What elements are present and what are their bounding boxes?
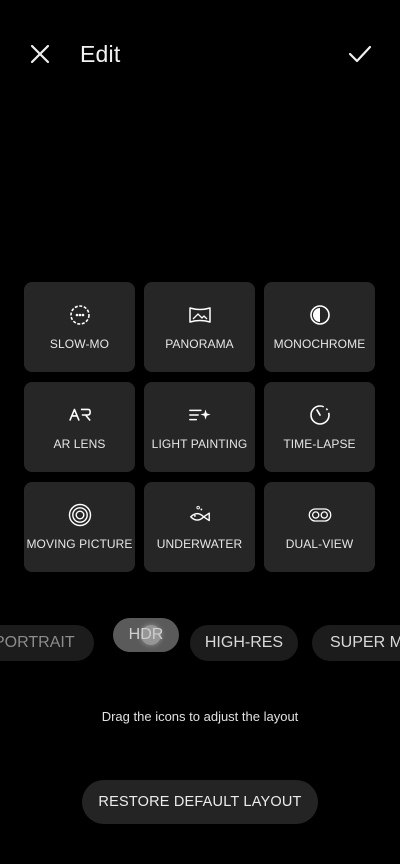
- mode-label: UNDERWATER: [156, 537, 243, 551]
- mode-tile-dual-view[interactable]: DUAL-VIEW: [264, 482, 375, 572]
- slow-mo-icon: [68, 303, 92, 327]
- mode-label: TIME-LAPSE: [283, 437, 356, 451]
- check-icon: [348, 45, 372, 63]
- close-icon: [30, 44, 50, 64]
- ar-lens-icon: [68, 403, 92, 427]
- close-button[interactable]: [24, 38, 56, 70]
- confirm-button[interactable]: [342, 38, 378, 70]
- mode-label: MOVING PICTURE: [26, 537, 133, 551]
- mode-tile-time-lapse[interactable]: TIME-LAPSE: [264, 382, 375, 472]
- mode-label: PANORAMA: [165, 337, 234, 351]
- mode-label: SLOW-MO: [49, 337, 110, 351]
- mode-tile-panorama[interactable]: PANORAMA: [144, 282, 255, 372]
- mode-pill-high-res[interactable]: HIGH-RES: [190, 625, 298, 661]
- mode-pill-portrait[interactable]: PORTRAIT: [0, 625, 94, 661]
- light-painting-icon: [188, 403, 212, 427]
- mode-label: LIGHT PAINTING: [151, 437, 248, 451]
- dual-view-icon: [308, 503, 332, 527]
- mode-pill-super-macro[interactable]: SUPER MA: [312, 625, 400, 661]
- drag-touch-indicator: [141, 625, 161, 645]
- underwater-icon: [188, 503, 212, 527]
- top-bar: Edit: [0, 0, 400, 110]
- mode-tile-moving-picture[interactable]: MOVING PICTURE: [24, 482, 135, 572]
- panorama-icon: [188, 303, 212, 327]
- page-title: Edit: [80, 41, 121, 67]
- time-lapse-icon: [308, 403, 332, 427]
- mode-tile-light-painting[interactable]: LIGHT PAINTING: [144, 382, 255, 472]
- mode-label: MONOCHROME: [273, 337, 366, 351]
- drag-hint-text: Drag the icons to adjust the layout: [101, 709, 299, 724]
- monochrome-icon: [308, 303, 332, 327]
- moving-picture-icon: [68, 503, 92, 527]
- camera-modes-grid: SLOW-MO PANORAMA MONOCHROME AR LENS LIGH…: [24, 282, 376, 572]
- mode-tile-slow-mo[interactable]: SLOW-MO: [24, 282, 135, 372]
- restore-default-layout-button[interactable]: RESTORE DEFAULT LAYOUT: [82, 780, 318, 824]
- mode-strip[interactable]: PORTRAIT HDR HIGH-RES SUPER MA: [0, 618, 400, 670]
- mode-tile-monochrome[interactable]: MONOCHROME: [264, 282, 375, 372]
- mode-label: AR LENS: [53, 437, 106, 451]
- mode-tile-underwater[interactable]: UNDERWATER: [144, 482, 255, 572]
- mode-label: DUAL-VIEW: [285, 537, 354, 551]
- mode-tile-ar-lens[interactable]: AR LENS: [24, 382, 135, 472]
